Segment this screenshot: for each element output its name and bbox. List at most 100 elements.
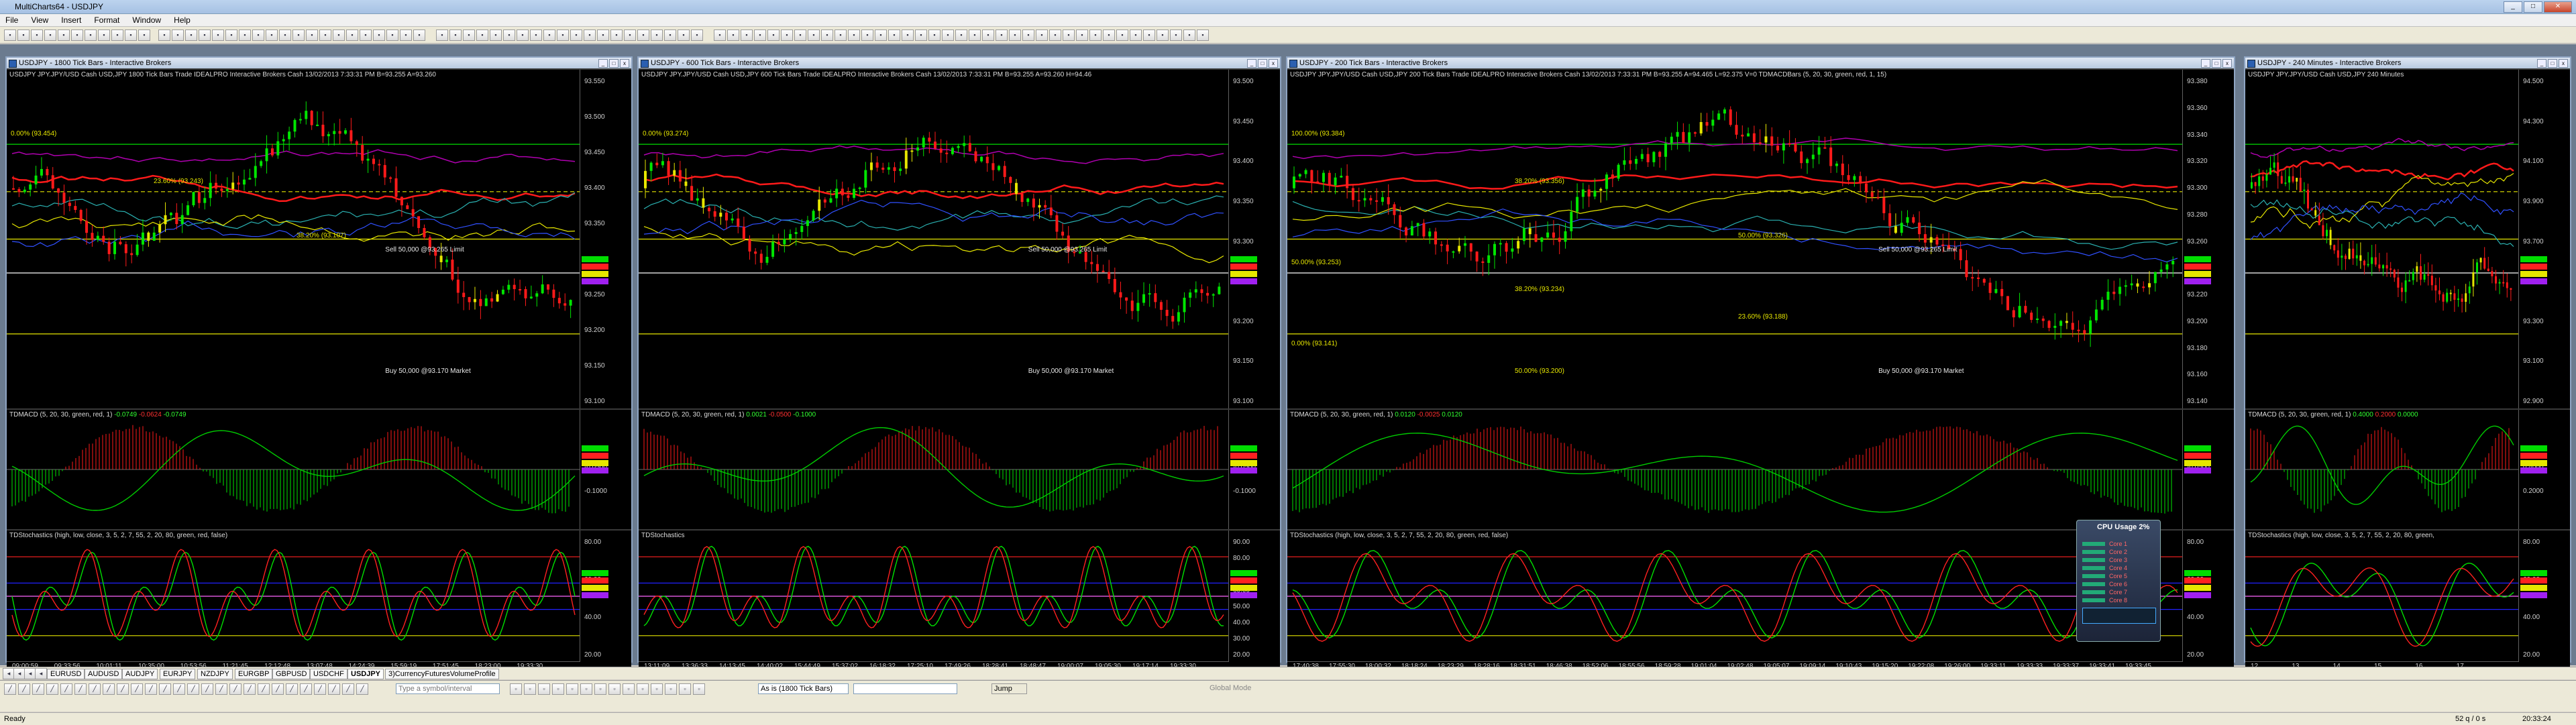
drawing-tool-button[interactable]: ╱ — [356, 683, 368, 695]
toolbar-button[interactable]: ▪ — [835, 30, 847, 41]
price-axis[interactable]: 80.0060.0040.0020.00 — [2182, 531, 2234, 671]
toolbar-button[interactable]: ▪ — [969, 30, 981, 41]
tab-3currencyfuturesvolumeprofile[interactable]: 3)CurrencyFuturesVolumeProfile — [385, 669, 499, 679]
drawing-tool-button[interactable]: ▫ — [538, 683, 550, 695]
drawing-tool-button[interactable]: ╱ — [314, 683, 326, 695]
menu-file[interactable]: File — [0, 14, 23, 26]
toolbar-button[interactable]: ▪ — [476, 30, 488, 41]
chart-minimize-button[interactable]: _ — [2537, 59, 2546, 68]
toolbar-button[interactable]: ▪ — [58, 30, 70, 41]
toolbar-button[interactable]: ▪ — [436, 30, 448, 41]
price-axis[interactable]: 94.50094.30094.10093.90093.70093.50093.3… — [2518, 70, 2570, 408]
toolbar-button[interactable]: ▪ — [212, 30, 224, 41]
drawing-tool-button[interactable]: ▫ — [637, 683, 649, 695]
toolbar-button[interactable]: ▪ — [570, 30, 582, 41]
toolbar-button[interactable]: ▪ — [1157, 30, 1169, 41]
price-axis[interactable]: 80.0060.0040.0020.00 — [580, 531, 631, 671]
toolbar-button[interactable]: ▪ — [503, 30, 515, 41]
chart-price-plot[interactable] — [1287, 70, 2183, 408]
toolbar-button[interactable]: ▪ — [902, 30, 914, 41]
toolbar-button[interactable]: ▪ — [386, 30, 398, 41]
toolbar-button[interactable]: ▪ — [306, 30, 318, 41]
toolbar-button[interactable]: ▪ — [1036, 30, 1048, 41]
drawing-tool-button[interactable]: ╱ — [286, 683, 298, 695]
price-axis[interactable]: -0.0500-0.1000 — [1228, 410, 1280, 529]
close-button[interactable]: ✕ — [2544, 1, 2572, 13]
chart-price-plot[interactable] — [2245, 70, 2519, 408]
tab-gbpusd[interactable]: GBPUSD — [272, 669, 311, 679]
toolbar-button[interactable]: ▪ — [557, 30, 569, 41]
price-axis[interactable]: 93.380 93.360 93.340 93.320 93.300 93.280 93.2… — [2182, 70, 2234, 408]
toolbar-button[interactable]: ▪ — [1116, 30, 1128, 41]
toolbar-button[interactable]: ▪ — [400, 30, 412, 41]
price-axis[interactable]: -0.0500 — [2182, 410, 2234, 529]
toolbar-button[interactable]: ▪ — [517, 30, 529, 41]
jump-button[interactable]: Jump — [991, 683, 1027, 694]
drawing-tool-button[interactable]: ▫ — [651, 683, 663, 695]
toolbar-button[interactable]: ▪ — [17, 30, 30, 41]
drawing-tool-button[interactable]: ╱ — [300, 683, 312, 695]
drawing-tool-button[interactable]: ╱ — [159, 683, 171, 695]
toolbar-button[interactable]: ▪ — [413, 30, 425, 41]
drawing-tool-button[interactable]: ▫ — [623, 683, 635, 695]
drawing-tool-button[interactable]: ╱ — [215, 683, 227, 695]
toolbar-button[interactable]: ▪ — [490, 30, 502, 41]
menu-insert[interactable]: Insert — [56, 14, 87, 26]
toolbar-button[interactable]: ▪ — [125, 30, 137, 41]
drawing-tool-button[interactable]: ╱ — [103, 683, 115, 695]
toolbar-button[interactable]: ▪ — [928, 30, 941, 41]
chart-close-button[interactable]: x — [2559, 59, 2568, 68]
toolbar-button[interactable]: ▪ — [664, 30, 676, 41]
toolbar-button[interactable]: ▪ — [279, 30, 291, 41]
toolbar-button[interactable]: ▪ — [1143, 30, 1155, 41]
date-input[interactable] — [853, 683, 957, 694]
drawing-tool-button[interactable]: ▫ — [552, 683, 564, 695]
price-axis[interactable]: 93.50093.45093.40093.35093.30093.25093.2… — [1228, 70, 1280, 408]
toolbar-button[interactable]: ▪ — [225, 30, 237, 41]
toolbar-button[interactable]: ▪ — [1170, 30, 1182, 41]
toolbar-button[interactable]: ▪ — [597, 30, 609, 41]
toolbar-button[interactable]: ▪ — [1049, 30, 1061, 41]
drawing-tool-button[interactable]: ╱ — [342, 683, 354, 695]
drawing-tool-button[interactable]: ╱ — [258, 683, 270, 695]
toolbar-button[interactable]: ▪ — [942, 30, 954, 41]
chart-close-button[interactable]: x — [1269, 59, 1278, 68]
toolbar-button[interactable]: ▪ — [98, 30, 110, 41]
toolbar-button[interactable]: ▪ — [1063, 30, 1075, 41]
toolbar-button[interactable]: ▪ — [1130, 30, 1142, 41]
toolbar-button[interactable]: ▪ — [727, 30, 739, 41]
chart-stoch-plot[interactable] — [639, 531, 1229, 662]
toolbar-button[interactable]: ▪ — [861, 30, 873, 41]
toolbar-button[interactable]: ▪ — [158, 30, 170, 41]
drawing-tool-button[interactable]: ╱ — [60, 683, 72, 695]
toolbar-button[interactable]: ▪ — [691, 30, 703, 41]
chart-macd-plot[interactable] — [639, 410, 1229, 529]
menu-help[interactable]: Help — [168, 14, 196, 26]
drawing-tool-button[interactable]: ╱ — [18, 683, 30, 695]
symbol-input[interactable]: Type a symbol/interval — [396, 683, 500, 694]
toolbar-button[interactable]: ▪ — [463, 30, 475, 41]
toolbar-button[interactable]: ▪ — [955, 30, 967, 41]
drawing-tool-button[interactable]: ▫ — [580, 683, 592, 695]
chart-maximize-button[interactable]: □ — [609, 59, 619, 68]
toolbar-button[interactable]: ▪ — [1197, 30, 1209, 41]
drawing-tool-button[interactable]: ▫ — [693, 683, 705, 695]
toolbar-button[interactable]: ▪ — [915, 30, 927, 41]
tab-eurjpy[interactable]: EURJPY — [160, 669, 196, 679]
chart-price-plot[interactable] — [639, 70, 1229, 408]
toolbar-button[interactable]: ▪ — [1183, 30, 1195, 41]
chart-stoch-plot[interactable] — [1287, 531, 2183, 662]
drawing-tool-button[interactable]: ╱ — [131, 683, 143, 695]
toolbar-button[interactable]: ▪ — [44, 30, 56, 41]
interval-select[interactable]: As is (1800 Tick Bars) — [758, 683, 849, 694]
tab-audusd[interactable]: AUDUSD — [85, 669, 123, 679]
toolbar-button[interactable]: ▪ — [678, 30, 690, 41]
toolbar-button[interactable]: ▪ — [1089, 30, 1102, 41]
toolbar-button[interactable]: ▪ — [138, 30, 150, 41]
drawing-tool-button[interactable]: ▫ — [608, 683, 621, 695]
toolbar-button[interactable]: ▪ — [31, 30, 43, 41]
toolbar-button[interactable]: ▪ — [4, 30, 16, 41]
drawing-tool-button[interactable]: ╱ — [32, 683, 44, 695]
toolbar-button[interactable]: ▪ — [651, 30, 663, 41]
toolbar-button[interactable]: ▪ — [875, 30, 887, 41]
